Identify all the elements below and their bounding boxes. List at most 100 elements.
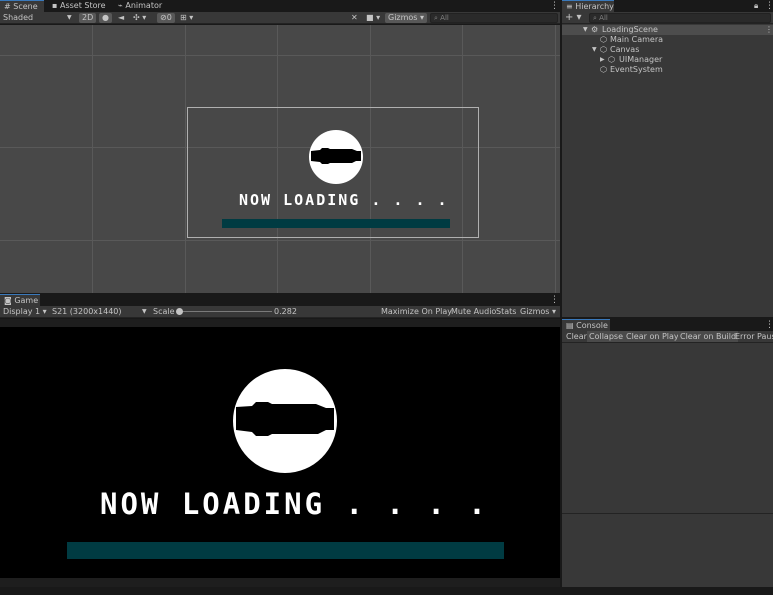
- hierarchy-item-uimanager[interactable]: ▶ ⬡ UIManager: [562, 55, 773, 65]
- game-view[interactable]: NOW LOADING . . . .: [0, 327, 560, 578]
- resolution-dropdown[interactable]: S21 (3200x1440) ▼: [52, 306, 148, 318]
- chevron-down-icon: ▼: [142, 308, 147, 315]
- hierarchy-item-loadingscene[interactable]: ▼ ⚙ LoadingScene ⋮: [562, 25, 773, 35]
- stats-button[interactable]: Stats: [496, 306, 516, 318]
- game-toolbar: Display 1 ▾ S21 (3200x1440) ▼ Scale 0.28…: [0, 306, 560, 318]
- console-divider[interactable]: [562, 513, 773, 514]
- shading-mode-dropdown[interactable]: Shaded ▼: [3, 12, 75, 24]
- scene-toolbar: Shaded ▼ 2D ● ◄ ✣ ▾ ⊘0 ⊞ ▾ ✕ ■ ▾ Gizmos …: [0, 12, 560, 24]
- grid-line: [0, 55, 560, 56]
- game-gizmos-label: Gizmos: [520, 307, 550, 316]
- effects-dropdown-icon[interactable]: ✣ ▾: [133, 12, 146, 24]
- console-error-pause-button[interactable]: Error Pause: [733, 331, 773, 342]
- scale-slider-handle[interactable]: [176, 308, 183, 315]
- tab-hierarchy-label: Hierarchy: [575, 2, 614, 11]
- scene-tab-bar: # Scene ▪ Asset Store ⌁ Animator ⋮: [0, 0, 560, 12]
- hierarchy-item-canvas[interactable]: ▼ ⬡ Canvas: [562, 45, 773, 55]
- hierarchy-item-main-camera[interactable]: ⬡ Main Camera: [562, 35, 773, 45]
- scene-search-placeholder: All: [440, 14, 449, 22]
- grid-line: [185, 25, 186, 293]
- hierarchy-tab-bar: ≡ Hierarchy 🔒︎ ⋮: [562, 0, 773, 12]
- console-collapse-button[interactable]: Collapse: [587, 331, 625, 342]
- expand-arrow-icon[interactable]: ▼: [592, 45, 597, 55]
- add-object-button[interactable]: + ▾: [565, 12, 582, 24]
- console-toolbar: Clear Collapse Clear on Play Clear on Bu…: [562, 331, 773, 343]
- scene-loading-bar: [222, 219, 450, 228]
- list-icon: ≡: [566, 2, 573, 11]
- hierarchy-panel: + ▾ ⌕ All ▼ ⚙ LoadingScene ⋮ ⬡ Main Came…: [562, 12, 773, 317]
- tools-icon[interactable]: ✕: [351, 12, 358, 24]
- hierarchy-toolbar: + ▾ ⌕ All: [562, 12, 773, 24]
- scene-loading-text: NOW LOADING . . . .: [239, 191, 449, 209]
- hierarchy-search-input[interactable]: ⌕ All: [589, 13, 771, 23]
- shading-mode-label: Shaded: [3, 13, 34, 22]
- tab-game-label: Game: [14, 296, 39, 305]
- console-clear-button[interactable]: Clear: [564, 331, 589, 342]
- hierarchy-item-label: LoadingScene: [602, 25, 658, 34]
- toggle-2d-button[interactable]: 2D: [79, 13, 97, 23]
- grid-icon: #: [4, 2, 11, 11]
- hierarchy-item-eventsystem[interactable]: ⬡ EventSystem: [562, 65, 773, 75]
- gamepad-icon: ◙: [4, 296, 12, 305]
- game-loading-text: NOW LOADING . . . .: [100, 487, 489, 521]
- more-options-icon[interactable]: ⋮: [550, 294, 559, 306]
- hierarchy-item-label: UIManager: [619, 55, 663, 64]
- more-options-icon[interactable]: ⋮: [765, 319, 773, 331]
- tab-hierarchy[interactable]: ≡ Hierarchy: [562, 0, 614, 12]
- tab-animator[interactable]: ⌁ Animator: [114, 0, 166, 12]
- tab-scene[interactable]: # Scene: [0, 0, 44, 12]
- game-tab-bar: ◙ Game ⋮: [0, 294, 560, 306]
- search-icon: ⌕: [593, 14, 597, 22]
- tab-asset-store-label: Asset Store: [59, 1, 106, 10]
- scale-slider-track[interactable]: [180, 311, 272, 312]
- grid-line: [0, 240, 560, 241]
- scale-value: 0.282: [274, 307, 297, 316]
- lighting-toggle-icon[interactable]: ●: [99, 13, 112, 23]
- gizmos-dropdown[interactable]: Gizmos ▾: [385, 13, 428, 23]
- tab-scene-label: Scene: [13, 2, 38, 11]
- camera-dropdown-icon[interactable]: ■ ▾: [366, 12, 380, 24]
- more-options-icon[interactable]: ⋮: [765, 0, 773, 12]
- grid-snap-icon[interactable]: ⊞ ▾: [180, 12, 193, 24]
- console-tab-bar: ▤ Console ⋮: [562, 319, 773, 331]
- expand-arrow-icon[interactable]: ▼: [583, 25, 588, 35]
- display-dropdown[interactable]: Display 1 ▾: [3, 306, 47, 318]
- hidden-count: 0: [166, 13, 172, 22]
- console-clear-on-play-button[interactable]: Clear on Play: [624, 331, 681, 342]
- animator-icon: ⌁: [118, 1, 123, 10]
- chevron-down-icon: ▼: [67, 14, 72, 21]
- ship-silhouette-icon: [236, 402, 334, 436]
- logo-circle: [309, 130, 363, 184]
- hierarchy-search-placeholder: All: [599, 14, 608, 22]
- tab-animator-label: Animator: [125, 1, 163, 10]
- tab-console[interactable]: ▤ Console: [562, 319, 610, 331]
- game-loading-bar: [67, 542, 504, 559]
- scene-search-input[interactable]: ⌕ All: [430, 13, 558, 23]
- gameobject-cube-icon: ⬡: [608, 55, 615, 64]
- more-options-icon[interactable]: ⋮: [765, 25, 773, 35]
- store-icon: ▪: [52, 1, 58, 10]
- eye-hidden-icon: ⊘: [160, 13, 167, 22]
- game-logo-circle: [233, 369, 337, 473]
- gizmos-label: Gizmos: [388, 13, 418, 22]
- more-options-icon[interactable]: ⋮: [550, 0, 559, 12]
- game-gizmos-dropdown[interactable]: Gizmos ▾: [520, 306, 556, 318]
- hierarchy-item-label: Main Camera: [610, 35, 664, 44]
- collapse-arrow-icon[interactable]: ▶: [600, 55, 605, 65]
- hierarchy-item-label: EventSystem: [610, 65, 663, 74]
- tab-game[interactable]: ◙ Game: [0, 294, 40, 306]
- scene-view[interactable]: NOW LOADING . . . .: [0, 25, 560, 293]
- resolution-label: S21 (3200x1440): [52, 307, 122, 316]
- console-panel: Clear Collapse Clear on Play Clear on Bu…: [562, 331, 773, 587]
- maximize-on-play-button[interactable]: Maximize On Play: [381, 306, 452, 318]
- gameobject-cube-icon: ⬡: [600, 65, 607, 74]
- tab-asset-store[interactable]: ▪ Asset Store: [48, 0, 110, 12]
- ship-silhouette-icon: [311, 148, 361, 164]
- lock-icon[interactable]: 🔒︎: [754, 0, 758, 12]
- scale-label: Scale: [153, 307, 175, 316]
- visibility-toggle[interactable]: ⊘0: [157, 13, 175, 23]
- audio-toggle-icon[interactable]: ◄: [118, 12, 124, 24]
- canvas-bounds[interactable]: NOW LOADING . . . .: [187, 107, 479, 238]
- mute-audio-button[interactable]: Mute Audio: [451, 306, 496, 318]
- console-clear-on-build-button[interactable]: Clear on Build: [678, 331, 739, 342]
